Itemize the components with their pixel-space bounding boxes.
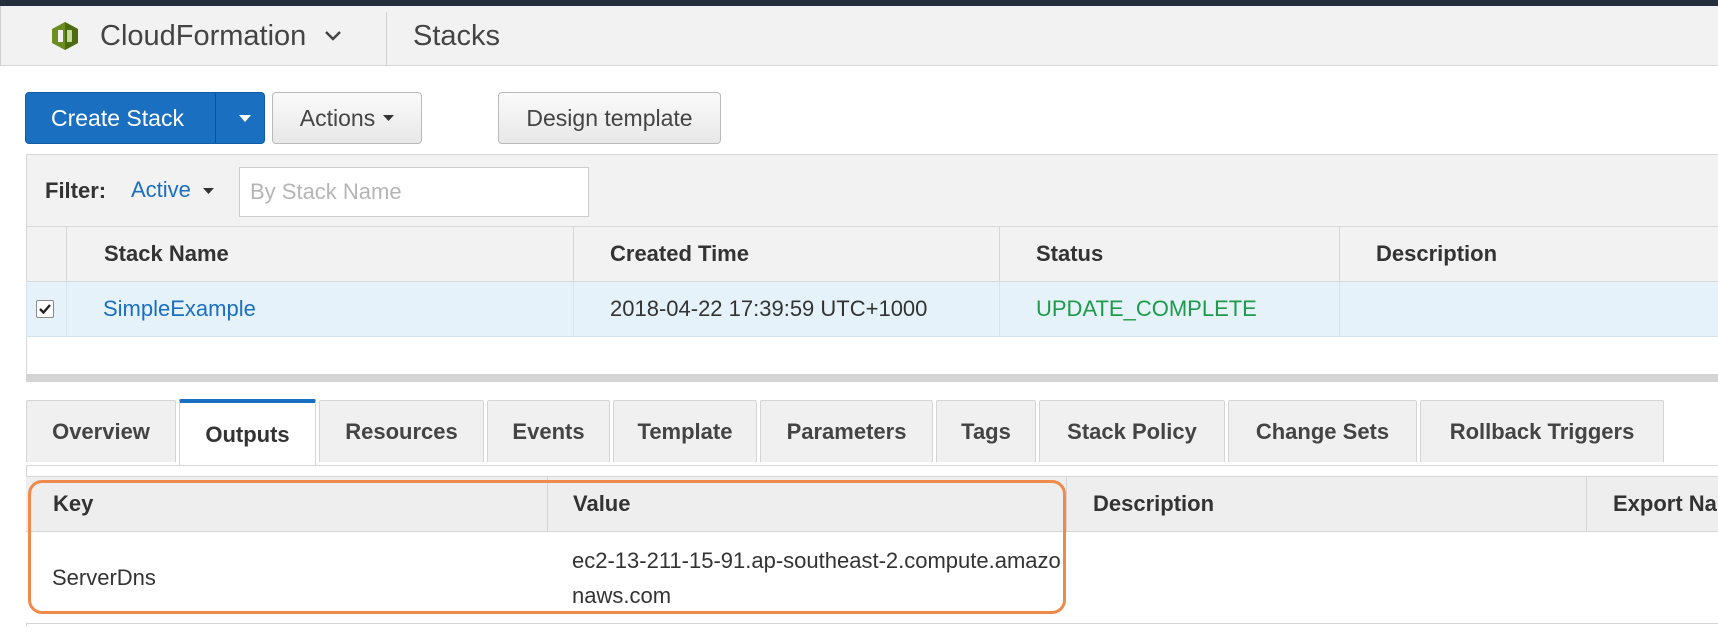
checkbox[interactable] (36, 300, 54, 318)
service-name: CloudFormation (100, 19, 307, 52)
col-divider (1066, 477, 1067, 531)
table-empty-area (26, 337, 1718, 375)
detail-tabs: Overview Outputs Resources Events Templa… (26, 399, 1718, 466)
table-row: ServerDns ec2-13-211-15-91.ap-southeast-… (26, 532, 1718, 624)
column-header-value[interactable]: Value (573, 477, 630, 531)
col-divider (26, 227, 27, 281)
column-header-description[interactable]: Description (1093, 477, 1214, 531)
actions-button[interactable]: Actions (272, 92, 422, 144)
column-header-created-time[interactable]: Created Time (610, 227, 749, 281)
tabs-baseline (26, 465, 1718, 466)
create-stack-button[interactable]: Create Stack (25, 92, 265, 144)
header-separator (386, 12, 387, 66)
col-divider (66, 227, 67, 281)
filter-bar: Filter: Active (26, 154, 1718, 226)
col-divider (573, 282, 574, 336)
design-template-label: Design template (526, 104, 693, 131)
column-header-status[interactable]: Status (1036, 227, 1103, 281)
header-left-rule (0, 6, 1, 66)
chevron-down-icon[interactable] (324, 30, 342, 42)
col-divider (999, 227, 1000, 281)
cloudformation-logo-icon (52, 22, 78, 50)
tab-overview[interactable]: Overview (26, 400, 176, 462)
tab-tags[interactable]: Tags (936, 400, 1036, 462)
column-header-key[interactable]: Key (53, 477, 93, 531)
col-divider (26, 282, 27, 336)
col-divider (573, 227, 574, 281)
col-divider (999, 282, 1000, 336)
status-cell: UPDATE_COMPLETE (1036, 296, 1257, 321)
table-header-row: Key Value Description Export Na (26, 476, 1718, 532)
create-stack-dropdown-toggle[interactable] (226, 93, 264, 143)
column-header-export-name[interactable]: Export Na (1613, 477, 1717, 531)
column-header-stack-name[interactable]: Stack Name (104, 227, 229, 281)
output-value-text: ec2-13-211-15-91.ap-southeast-2.compute.… (572, 547, 1061, 608)
table-row[interactable]: SimpleExample 2018-04-22 17:39:59 UTC+10… (26, 282, 1718, 337)
page-title: Stacks (413, 20, 501, 52)
col-divider (1339, 282, 1340, 336)
tab-events[interactable]: Events (487, 400, 610, 462)
col-divider (1586, 477, 1587, 531)
col-divider (66, 282, 67, 336)
tab-change-sets[interactable]: Change Sets (1228, 400, 1417, 462)
outputs-table: Key Value Description Export Na ServerDn… (26, 476, 1718, 624)
table-header-row: Stack Name Created Time Status Descripti… (26, 226, 1718, 282)
stack-name-link[interactable]: SimpleExample (103, 282, 256, 336)
stack-name-search-input[interactable] (239, 167, 589, 217)
actions-label: Actions (299, 104, 376, 131)
row-checkbox[interactable] (36, 282, 54, 336)
output-value-cell: ec2-13-211-15-91.ap-southeast-2.compute.… (572, 532, 1072, 623)
tab-outputs[interactable]: Outputs (179, 399, 316, 466)
output-key-cell: ServerDns (52, 564, 156, 590)
filter-label: Filter: (45, 178, 107, 203)
tab-template[interactable]: Template (613, 400, 757, 462)
caret-down-icon (203, 188, 215, 195)
stacks-table: Stack Name Created Time Status Descripti… (26, 226, 1718, 375)
col-divider (547, 477, 548, 531)
service-header: CloudFormation Stacks (0, 6, 1718, 66)
column-header-description[interactable]: Description (1376, 227, 1497, 281)
tab-stack-policy[interactable]: Stack Policy (1039, 400, 1225, 462)
created-time-cell: 2018-04-22 17:39:59 UTC+1000 (610, 296, 928, 321)
pane-resize-handle[interactable] (26, 374, 1718, 382)
tab-parameters[interactable]: Parameters (760, 400, 933, 462)
col-divider (1339, 227, 1340, 281)
service-menu[interactable]: CloudFormation (50, 6, 342, 66)
caret-down-icon (383, 115, 395, 121)
filter-mode-dropdown[interactable]: Active (131, 155, 215, 227)
filter-mode-label: Active (131, 177, 191, 202)
tab-resources[interactable]: Resources (319, 400, 484, 462)
tab-rollback-triggers[interactable]: Rollback Triggers (1420, 400, 1664, 462)
design-template-button[interactable]: Design template (498, 92, 721, 144)
checkmark-icon (39, 304, 51, 314)
caret-down-icon (239, 114, 251, 122)
split-divider (215, 93, 216, 143)
create-stack-label: Create Stack (51, 104, 184, 131)
